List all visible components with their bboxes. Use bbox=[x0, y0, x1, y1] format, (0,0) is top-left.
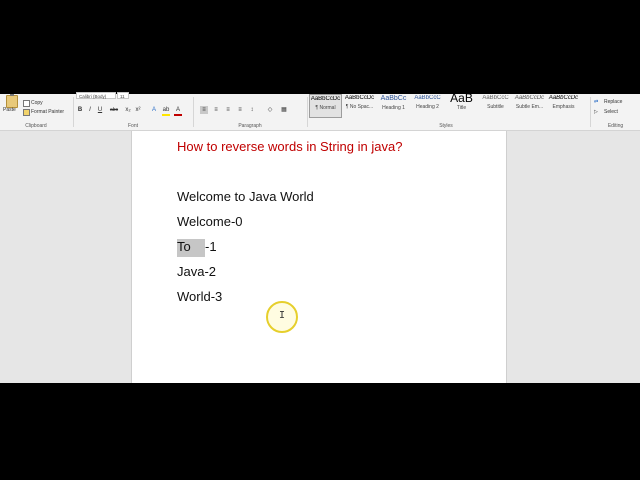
paste-label: Paste bbox=[3, 107, 16, 113]
replace-button[interactable]: ⇄ Replace bbox=[594, 99, 638, 106]
superscript-button[interactable]: x² bbox=[134, 106, 142, 114]
style-subtitle[interactable]: AaBbCcC Subtitle bbox=[479, 94, 512, 118]
document-title: How to reverse words in String in java? bbox=[177, 139, 403, 154]
bold-button[interactable]: B bbox=[76, 106, 84, 114]
ibeam-cursor-icon: I bbox=[279, 310, 286, 321]
paragraph-group: ≡ ≡ ≡ ≡ ↕ ◇ ▦ Paragraph bbox=[194, 94, 306, 130]
document-workspace: How to reverse words in String in java? … bbox=[0, 131, 640, 383]
document-line-1: Welcome to Java World bbox=[177, 189, 314, 204]
document-line-3: To -1 bbox=[177, 239, 217, 257]
format-painter-icon bbox=[23, 109, 30, 116]
font-group: Calibri (Body) 11 B I U abc x₂ x² A ab A… bbox=[74, 92, 192, 130]
font-size-select[interactable]: 11 bbox=[117, 92, 129, 99]
select-label: Select bbox=[604, 109, 618, 115]
style-normal[interactable]: AaBbCcDc ¶ Normal bbox=[309, 94, 342, 118]
line-3-suffix: -1 bbox=[205, 239, 217, 254]
font-group-label: Font bbox=[127, 123, 138, 129]
clipboard-group: Paste Copy Format Painter Clipboard bbox=[0, 94, 72, 130]
align-left-button[interactable]: ≡ bbox=[200, 106, 208, 114]
copy-icon bbox=[23, 100, 30, 107]
style-heading-2[interactable]: AaBbCcC Heading 2 bbox=[411, 94, 444, 118]
editing-group: ⇄ Replace ▷ Select Editing bbox=[591, 94, 640, 130]
document-page[interactable]: How to reverse words in String in java? … bbox=[131, 131, 507, 383]
borders-button[interactable]: ▦ bbox=[280, 106, 288, 114]
underline-button[interactable]: U bbox=[96, 106, 104, 114]
format-painter-label: Format Painter bbox=[31, 109, 65, 115]
justify-button[interactable]: ≡ bbox=[236, 106, 244, 114]
format-painter-button[interactable]: Format Painter bbox=[23, 109, 71, 116]
styles-group-label: Styles bbox=[439, 123, 453, 129]
style-emphasis[interactable]: AaBbCcDc Emphasis bbox=[547, 94, 580, 118]
style-heading-1[interactable]: AaBbCc Heading 1 bbox=[377, 94, 410, 118]
style-title[interactable]: AaB Title bbox=[445, 91, 478, 118]
select-icon: ▷ bbox=[594, 109, 598, 115]
editing-group-label: Editing bbox=[607, 123, 624, 129]
paste-button[interactable]: Paste bbox=[0, 94, 22, 120]
italic-button[interactable]: I bbox=[86, 106, 94, 114]
align-right-button[interactable]: ≡ bbox=[224, 106, 232, 114]
subscript-button[interactable]: x₂ bbox=[124, 106, 132, 114]
styles-group: AaBbCcDc ¶ Normal AaBbCcDc ¶ No Spac... … bbox=[308, 91, 584, 130]
align-center-button[interactable]: ≡ bbox=[212, 106, 220, 114]
ribbon: Paste Copy Format Painter Clipboard Cali… bbox=[0, 91, 640, 131]
style-no-spacing[interactable]: AaBbCcDc ¶ No Spac... bbox=[343, 94, 376, 118]
clipboard-group-label: Clipboard bbox=[25, 123, 47, 129]
replace-icon: ⇄ bbox=[594, 99, 599, 105]
shading-button[interactable]: ◇ bbox=[266, 106, 274, 114]
paragraph-group-label: Paragraph bbox=[238, 123, 262, 129]
select-button[interactable]: ▷ Select bbox=[594, 109, 638, 116]
document-line-5: World-3 bbox=[177, 289, 223, 304]
font-name-select[interactable]: Calibri (Body) bbox=[76, 92, 116, 99]
replace-label: Replace bbox=[604, 99, 623, 105]
copy-label: Copy bbox=[31, 100, 43, 106]
copy-button[interactable]: Copy bbox=[23, 100, 63, 107]
strikethrough-button[interactable]: abc bbox=[108, 106, 120, 114]
line-spacing-button[interactable]: ↕ bbox=[248, 106, 256, 114]
document-line-2: Welcome-0 bbox=[177, 214, 243, 229]
style-subtle-emphasis[interactable]: AaBbCcDc Subtle Em... bbox=[513, 94, 546, 118]
document-line-4: Java-2 bbox=[177, 264, 217, 279]
text-effects-button[interactable]: A bbox=[150, 106, 158, 114]
highlight-color-button[interactable]: ab bbox=[162, 106, 170, 116]
selected-word: To bbox=[177, 239, 205, 257]
font-color-button[interactable]: A bbox=[174, 106, 182, 116]
